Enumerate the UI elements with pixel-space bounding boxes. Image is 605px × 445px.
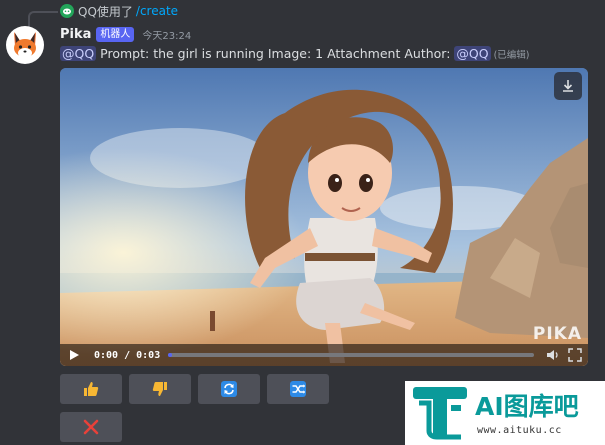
message-text: Prompt: the girl is running Image: 1 Att…	[96, 46, 455, 61]
download-button[interactable]	[554, 72, 582, 100]
discord-icon	[60, 4, 74, 18]
username[interactable]: Pika	[60, 27, 91, 42]
thumbs-down-icon	[152, 382, 167, 396]
play-icon	[70, 350, 79, 360]
remix-button[interactable]	[267, 374, 329, 404]
refresh-icon	[221, 381, 237, 397]
bot-badge: 机器人	[96, 26, 135, 42]
video-watermark: PIKA	[532, 324, 582, 344]
aituku-logo-icon	[413, 387, 467, 440]
reply-context[interactable]: QQ使用了 /create	[60, 3, 178, 19]
cross-icon	[83, 419, 99, 435]
user-mention[interactable]: @QQ	[60, 46, 97, 61]
site-watermark: AI图库吧 www.aituku.cc	[405, 381, 605, 445]
reply-connector	[28, 11, 58, 27]
edited-label: (已编辑)	[493, 50, 530, 61]
video-progress-bar[interactable]	[168, 353, 534, 357]
video-player[interactable]: PIKA 0:00 / 0:03	[60, 68, 588, 366]
message-header: Pika 机器人 今天23:24	[60, 26, 191, 42]
fullscreen-icon	[568, 348, 582, 362]
thumbs-up-icon	[84, 382, 99, 396]
video-controls: 0:00 / 0:03	[60, 344, 588, 366]
reply-user[interactable]: QQ使用了	[78, 3, 133, 20]
upvote-button[interactable]	[60, 374, 122, 404]
play-button[interactable]	[62, 344, 86, 366]
volume-button[interactable]	[544, 344, 562, 366]
download-icon	[563, 80, 573, 92]
fullscreen-button[interactable]	[566, 344, 584, 366]
shuffle-icon	[290, 381, 306, 397]
author-mention[interactable]: @QQ	[454, 46, 491, 61]
volume-icon	[547, 350, 558, 360]
video-time: 0:00 / 0:03	[94, 349, 161, 361]
watermark-site: www.aituku.cc	[477, 425, 562, 436]
downvote-button[interactable]	[129, 374, 191, 404]
regenerate-button[interactable]	[198, 374, 260, 404]
watermark-brand: AI图库吧	[475, 392, 579, 421]
cancel-button[interactable]	[60, 412, 122, 442]
timestamp: 今天23:24	[142, 30, 192, 42]
reply-command[interactable]: /create	[136, 4, 178, 18]
avatar[interactable]	[6, 26, 44, 64]
video-progress-fill	[168, 353, 172, 357]
message-content: @QQ Prompt: the girl is running Image: 1…	[60, 46, 530, 61]
video-frame	[60, 68, 588, 366]
